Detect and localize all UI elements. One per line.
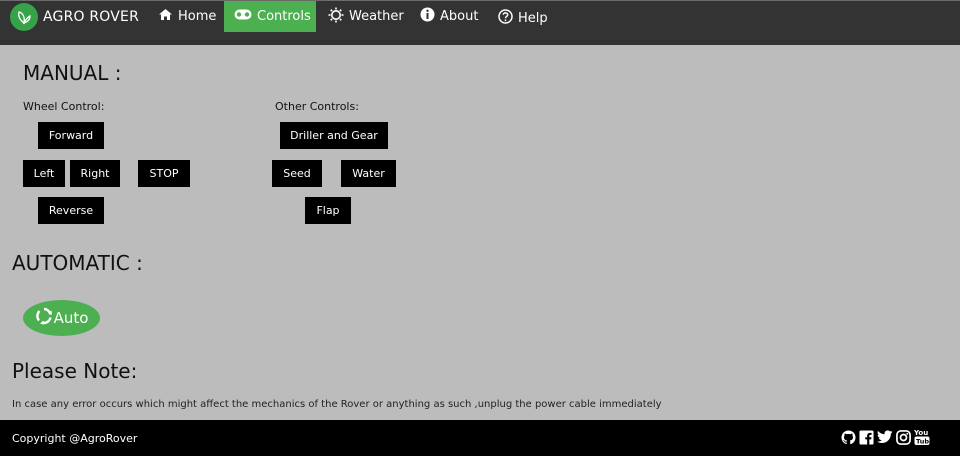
- home-icon: [158, 8, 178, 25]
- twitter-icon[interactable]: [877, 430, 893, 444]
- question-icon: [498, 9, 518, 28]
- stop-button[interactable]: STOP: [138, 160, 190, 187]
- leaf-logo-icon: [10, 3, 38, 31]
- seed-button[interactable]: Seed: [272, 160, 322, 187]
- nav-weather-label: Weather: [349, 9, 404, 24]
- info-icon: [420, 7, 440, 26]
- nav-controls[interactable]: Controls: [224, 1, 316, 32]
- facebook-icon[interactable]: [859, 429, 874, 445]
- note-text: In case any error occurs which might aff…: [12, 399, 662, 410]
- nav-about-label: About: [440, 9, 479, 24]
- flap-button[interactable]: Flap: [305, 197, 351, 224]
- automatic-heading: AUTOMATIC :: [12, 251, 143, 275]
- youtube-icon[interactable]: YouTube: [914, 428, 930, 446]
- auto-button[interactable]: Auto: [23, 300, 100, 336]
- other-controls-label: Other Controls:: [275, 100, 359, 113]
- navbar: AGRO ROVER Home Controls Weather About H…: [0, 0, 960, 45]
- social-links: YouTube: [841, 428, 930, 446]
- nav-weather[interactable]: Weather: [328, 1, 404, 32]
- brand[interactable]: AGRO ROVER: [10, 3, 139, 31]
- brand-name: AGRO ROVER: [43, 9, 140, 25]
- svg-text:You: You: [914, 429, 928, 437]
- nav-help[interactable]: Help: [498, 3, 548, 34]
- forward-button[interactable]: Forward: [38, 122, 104, 149]
- nav-home[interactable]: Home: [158, 1, 216, 32]
- svg-text:Tube: Tube: [916, 437, 930, 445]
- nav-about[interactable]: About: [420, 1, 478, 32]
- instagram-icon[interactable]: [896, 429, 911, 445]
- footer: Copyright @AgroRover YouTube: [0, 420, 960, 456]
- nav-home-label: Home: [178, 9, 217, 24]
- nav-help-label: Help: [518, 11, 548, 26]
- gamepad-icon: [234, 9, 257, 24]
- left-button[interactable]: Left: [23, 160, 65, 187]
- recycle-icon: [35, 307, 54, 329]
- driller-and-gear-button[interactable]: Driller and Gear: [280, 122, 388, 149]
- water-button[interactable]: Water: [341, 160, 396, 187]
- manual-heading: MANUAL :: [23, 61, 122, 85]
- copyright-text: Copyright @AgroRover: [12, 432, 138, 445]
- note-heading: Please Note:: [12, 359, 138, 383]
- wheel-control-label: Wheel Control:: [23, 100, 105, 113]
- right-button[interactable]: Right: [70, 160, 120, 187]
- nav-controls-label: Controls: [257, 9, 311, 24]
- auto-button-label: Auto: [53, 309, 89, 327]
- github-icon[interactable]: [841, 429, 856, 445]
- sun-icon: [328, 7, 349, 27]
- reverse-button[interactable]: Reverse: [38, 197, 104, 224]
